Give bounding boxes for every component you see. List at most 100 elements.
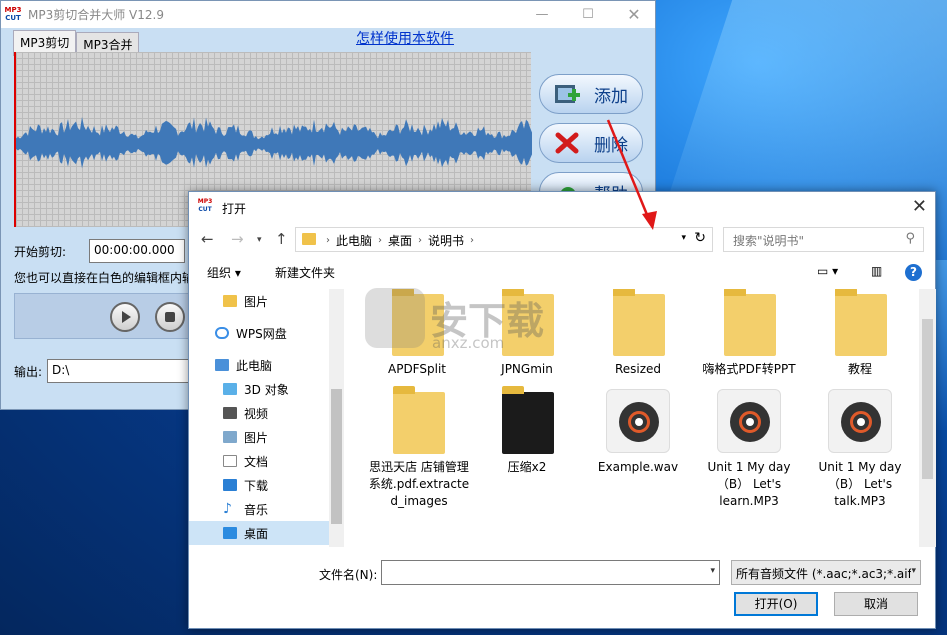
- scrollbar-thumb[interactable]: [922, 319, 933, 479]
- breadcrumb-manual[interactable]: 说明书: [428, 232, 464, 249]
- file-name: JPNGmin: [501, 362, 553, 376]
- sidebar-item-label: 音乐: [244, 502, 269, 517]
- refresh-icon[interactable]: ↻: [694, 230, 706, 246]
- logo-text-top: MP3: [4, 5, 22, 14]
- filename-label: 文件名(N):: [319, 568, 378, 582]
- search-icon: ⚲: [905, 231, 915, 246]
- dialog-close-icon[interactable]: ✕: [912, 196, 927, 217]
- add-button-label: 添加: [594, 86, 628, 107]
- sidebar-item-downloads[interactable]: 下载: [189, 473, 329, 497]
- filename-input[interactable]: ▾: [381, 560, 720, 585]
- new-folder-button[interactable]: 新建文件夹: [275, 264, 335, 281]
- preview-pane-icon[interactable]: ▥: [871, 264, 882, 278]
- close-icon[interactable]: ✕: [611, 1, 657, 28]
- help-link[interactable]: 怎样使用本软件: [356, 28, 454, 48]
- player-controls: [14, 293, 196, 339]
- list-item[interactable]: Unit 1 My day （B） Let's learn.MP3: [699, 387, 799, 510]
- sidebar-scrollbar[interactable]: [329, 289, 344, 547]
- open-file-dialog: MP3 CUT 打开 ✕ ← → ▾ ↑ › 此电脑 › 桌面 › 说明书 › …: [188, 191, 936, 629]
- recent-dropdown-icon[interactable]: ▾: [257, 235, 262, 245]
- view-options-icon[interactable]: ▭ ▾: [817, 264, 838, 278]
- sidebar-item-label: 图片: [244, 430, 269, 445]
- folder-icon: [699, 289, 799, 361]
- open-button[interactable]: 打开(O): [734, 592, 818, 616]
- address-bar[interactable]: › 此电脑 › 桌面 › 说明书 › ▾ ↻: [295, 227, 713, 252]
- document-icon: [223, 455, 237, 467]
- list-item[interactable]: 教程: [810, 289, 910, 378]
- add-button[interactable]: 添加: [539, 74, 643, 114]
- sidebar-item-label: 下载: [244, 478, 269, 493]
- sidebar-item-this-pc[interactable]: 此电脑: [189, 353, 329, 377]
- sidebar-item-music[interactable]: ♪ 音乐: [189, 497, 329, 521]
- list-item[interactable]: 嗨格式PDF转PPT: [699, 289, 799, 378]
- address-dropdown-icon[interactable]: ▾: [681, 233, 686, 243]
- dialog-title: 打开: [222, 202, 247, 216]
- audio-file-icon: [699, 387, 799, 459]
- cloud-icon: [215, 327, 229, 339]
- sidebar-item-wps-cloud[interactable]: WPS网盘: [189, 321, 329, 345]
- play-icon: [122, 311, 131, 323]
- app-title: MP3剪切合并大师 V12.9: [28, 8, 164, 22]
- logo-text-bottom: CUT: [5, 13, 21, 22]
- file-name: 思迅天店 店铺管理系统.pdf.extracted_images: [368, 460, 470, 508]
- download-icon: [223, 479, 237, 491]
- list-item[interactable]: Unit 1 My day （B） Let's talk.MP3: [810, 387, 910, 510]
- play-button[interactable]: [110, 302, 140, 332]
- stop-button[interactable]: [155, 302, 185, 332]
- delete-x-icon: [554, 132, 580, 154]
- output-path-input[interactable]: D:\: [47, 359, 197, 383]
- list-item[interactable]: Resized: [588, 289, 688, 378]
- dialog-logo-text-bottom: CUT: [198, 206, 212, 213]
- folder-icon: [302, 233, 316, 245]
- search-placeholder: 搜索"说明书": [733, 234, 805, 248]
- dialog-logo-text-top: MP3: [197, 198, 213, 205]
- forward-arrow-icon[interactable]: →: [231, 230, 244, 248]
- chevron-down-icon[interactable]: ▾: [710, 566, 715, 576]
- file-name: Resized: [614, 362, 662, 376]
- sidebar-item-pictures-2[interactable]: 图片: [189, 425, 329, 449]
- breadcrumb: › 此电脑 › 桌面 › 说明书 ›: [326, 232, 475, 249]
- file-type-select[interactable]: 所有音频文件 (*.aac;*.ac3;*.aif ▾: [731, 560, 921, 585]
- delete-button-label: 删除: [594, 135, 628, 156]
- sidebar-item-label: 3D 对象: [244, 382, 289, 397]
- sidebar-item-desktop[interactable]: 桌面: [189, 521, 329, 545]
- sidebar-item-videos[interactable]: 视频: [189, 401, 329, 425]
- stop-icon: [165, 312, 175, 322]
- help-icon[interactable]: ?: [905, 264, 922, 281]
- cube-icon: [223, 383, 237, 395]
- navigation-bar: ← → ▾ ↑ › 此电脑 › 桌面 › 说明书 › ▾ ↻ 搜索"说明书" ⚲: [189, 226, 935, 254]
- file-type-value: 所有音频文件 (*.aac;*.ac3;*.aif: [736, 567, 912, 581]
- sidebar-item-label: 视频: [244, 406, 269, 421]
- sidebar-item-3d-objects[interactable]: 3D 对象: [189, 377, 329, 401]
- up-arrow-icon[interactable]: ↑: [275, 230, 288, 248]
- folder-icon: [588, 289, 688, 361]
- sidebar-item-documents[interactable]: 文档: [189, 449, 329, 473]
- sidebar-item-pictures[interactable]: 图片: [189, 289, 329, 313]
- maximize-icon[interactable]: ☐: [565, 1, 611, 28]
- organize-button[interactable]: 组织 ▾: [207, 264, 241, 281]
- folder-icon: [367, 386, 471, 459]
- folder-icon: [477, 386, 577, 459]
- file-name: Example.wav: [597, 460, 679, 474]
- file-name: Unit 1 My day （B） Let's learn.MP3: [707, 460, 791, 508]
- scrollbar-thumb[interactable]: [331, 389, 342, 524]
- search-input[interactable]: 搜索"说明书" ⚲: [723, 227, 924, 252]
- list-item[interactable]: 压缩x2: [477, 386, 577, 476]
- file-list-scrollbar[interactable]: [919, 289, 936, 547]
- breadcrumb-desktop[interactable]: 桌面: [388, 232, 412, 249]
- minimize-icon[interactable]: —: [519, 1, 565, 28]
- watermark-subtext: anxz.com: [432, 334, 505, 352]
- file-name: 嗨格式PDF转PPT: [702, 362, 796, 376]
- cancel-button[interactable]: 取消: [834, 592, 918, 616]
- sidebar-item-label: 图片: [244, 294, 269, 309]
- music-icon: ♪: [223, 501, 232, 517]
- breadcrumb-this-pc[interactable]: 此电脑: [336, 232, 372, 249]
- picture-icon: [223, 431, 237, 443]
- list-item[interactable]: Example.wav: [588, 387, 688, 476]
- start-time-input[interactable]: 00:00:00.000: [89, 239, 185, 263]
- back-arrow-icon[interactable]: ←: [201, 230, 214, 248]
- list-item[interactable]: 思迅天店 店铺管理系统.pdf.extracted_images: [367, 386, 471, 510]
- dialog-titlebar: MP3 CUT 打开 ✕: [189, 192, 935, 224]
- delete-button[interactable]: 删除: [539, 123, 643, 163]
- app-titlebar: MP3 CUT MP3剪切合并大师 V12.9 — ☐ ✕: [1, 1, 655, 28]
